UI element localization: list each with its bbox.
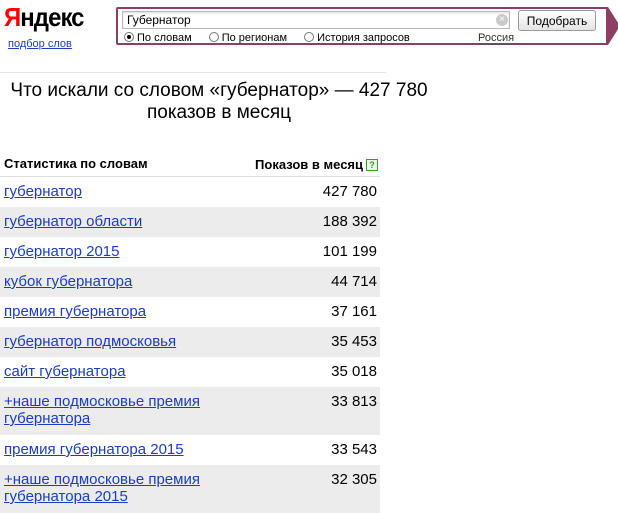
keyword-link[interactable]: премия губернатора 2015 xyxy=(0,441,184,458)
table-row: кубок губернатора 44 714 xyxy=(0,267,380,297)
table-row: +наше подмосковье премия губернатора 33 8… xyxy=(0,387,380,435)
shows-count: 33 813 xyxy=(331,393,377,410)
radio-label: По словам xyxy=(137,32,192,44)
logo-wordmark: Яндекс xyxy=(4,2,84,32)
keyword-link[interactable]: губернатор 2015 xyxy=(0,243,119,260)
yandex-logo[interactable]: Яндекс xyxy=(4,2,91,32)
shows-count: 35 453 xyxy=(331,333,377,350)
shows-count: 101 199 xyxy=(322,243,377,260)
radio-by-words[interactable]: По словам xyxy=(124,32,192,44)
header-divider xyxy=(0,72,386,73)
shows-count: 37 161 xyxy=(331,303,377,320)
search-bar: × Подобрать По словам По регионам Истори… xyxy=(116,7,618,45)
radio-query-history[interactable]: История запросов xyxy=(304,32,410,44)
table-body: губернатор 427 780 губернатор области 188 3… xyxy=(0,177,380,513)
column-header-shows: Показов в месяц? xyxy=(255,154,380,176)
shows-count: 33 543 xyxy=(331,441,377,458)
table-row: премия губернатора 37 161 xyxy=(0,297,380,327)
keyword-link[interactable]: сайт губернатора xyxy=(0,363,126,380)
keyword-link[interactable]: +наше подмосковье премия губернатора 201… xyxy=(0,471,234,505)
search-input[interactable] xyxy=(122,11,510,29)
region-selector[interactable]: Россия xyxy=(478,32,515,45)
submit-button[interactable]: Подобрать xyxy=(518,10,596,31)
stats-table: Статистика по словам Показов в месяц? гу… xyxy=(0,154,380,513)
column-header-keyword: Статистика по словам xyxy=(4,156,148,171)
keyword-link[interactable]: кубок губернатора xyxy=(0,273,132,290)
keyword-link[interactable]: губернатор подмосковья xyxy=(0,333,176,350)
keyword-link[interactable]: +наше подмосковье премия губернатора xyxy=(0,393,234,427)
table-row: +наше подмосковье премия губернатора 201… xyxy=(0,465,380,513)
help-icon[interactable]: ? xyxy=(366,159,378,171)
shows-count: 35 018 xyxy=(331,363,377,380)
table-row: сайт губернатора 35 018 xyxy=(0,357,380,387)
radio-dot-icon xyxy=(124,32,134,42)
search-panel: × Подобрать По словам По регионам Истори… xyxy=(118,9,606,45)
column-header-shows-label: Показов в месяц xyxy=(255,157,363,172)
table-header: Статистика по словам Показов в месяц? xyxy=(0,154,380,177)
radio-dot-icon xyxy=(304,32,315,42)
shows-count: 32 305 xyxy=(331,471,377,488)
page-title: Что искали со словом «губернатор» — 427 … xyxy=(10,80,428,123)
radio-label: По регионам xyxy=(221,32,288,44)
table-row: премия губернатора 2015 33 543 xyxy=(0,435,380,465)
shows-count: 427 780 xyxy=(322,183,377,200)
keyword-link[interactable]: премия губернатора xyxy=(0,303,146,320)
radio-by-regions[interactable]: По регионам xyxy=(208,32,288,44)
radio-label: История запросов xyxy=(317,32,410,44)
clear-icon[interactable]: × xyxy=(496,14,508,26)
keyword-link[interactable]: губернатор области xyxy=(0,213,142,230)
table-row: губернатор области 188 392 xyxy=(0,207,380,237)
shows-count: 44 714 xyxy=(331,273,377,290)
shows-count: 188 392 xyxy=(322,213,377,230)
table-row: губернатор 427 780 xyxy=(0,177,380,207)
wordstat-link[interactable]: подбор слов xyxy=(8,38,72,50)
table-row: губернатор подмосковья 35 453 xyxy=(0,327,380,357)
radio-dot-icon xyxy=(208,32,219,42)
table-row: губернатор 2015 101 199 xyxy=(0,237,380,267)
search-mode-group: По словам По регионам История запросов xyxy=(124,32,424,44)
keyword-link[interactable]: губернатор xyxy=(0,183,82,200)
